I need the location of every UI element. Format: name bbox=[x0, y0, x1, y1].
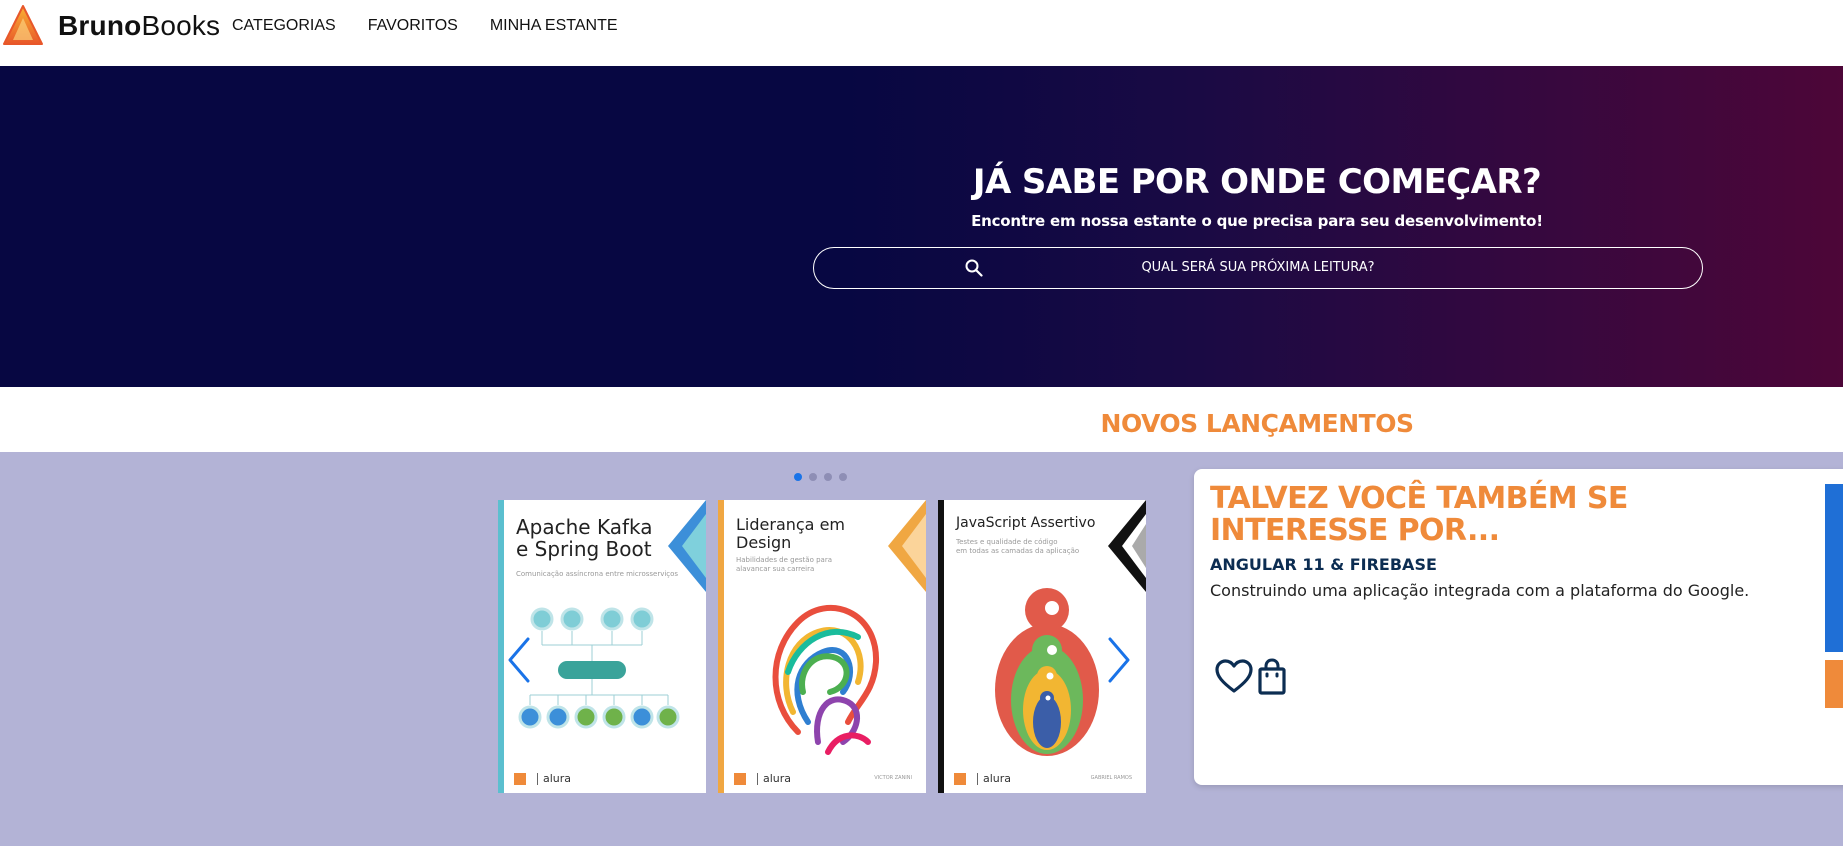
search-bar[interactable]: QUAL SERÁ SUA PRÓXIMA LEITURA? bbox=[813, 247, 1703, 289]
suggestion-book-title[interactable]: ANGULAR 11 & FIREBASE bbox=[1210, 555, 1437, 574]
publisher-name: alura bbox=[983, 772, 1012, 785]
brand-name-bold: Bruno bbox=[58, 10, 142, 41]
suggestion-book-description: Construindo uma aplicação integrada com … bbox=[1210, 581, 1750, 600]
side-accent-blue bbox=[1825, 484, 1843, 652]
book-subtitle: Comunicação assíncrona entre microsservi… bbox=[516, 570, 679, 578]
carousel-dot-1[interactable] bbox=[794, 473, 802, 481]
heart-icon[interactable] bbox=[1214, 657, 1254, 697]
book-author: VICTOR ZANINI bbox=[874, 775, 912, 781]
top-header: BrunoBooks CATEGORIAS FAVORITOS MINHA ES… bbox=[0, 0, 1843, 66]
brand-name-light: Books bbox=[141, 10, 221, 41]
book-title-line-2: e Spring Boot bbox=[516, 537, 652, 561]
book-title: Apache Kafka e Spring Boot bbox=[516, 516, 653, 560]
book-subtitle: Testes e qualidade de código em todas as… bbox=[956, 538, 1080, 556]
brand-logo[interactable]: BrunoBooks bbox=[2, 4, 220, 48]
book-title: Liderança em Design bbox=[736, 516, 845, 551]
cover-stripe bbox=[498, 500, 504, 793]
hero-title: JÁ SABE POR ONDE COMEÇAR? bbox=[972, 162, 1542, 202]
publisher-name: alura bbox=[763, 772, 792, 785]
search-input[interactable]: QUAL SERÁ SUA PRÓXIMA LEITURA? bbox=[814, 248, 1702, 288]
side-accent-orange bbox=[1825, 660, 1843, 708]
publisher-logo: alura bbox=[514, 772, 571, 785]
chevron-right-icon[interactable] bbox=[1108, 636, 1132, 684]
cover-chevron-icon bbox=[1108, 500, 1146, 592]
book-title-line-2: Design bbox=[736, 532, 792, 552]
main-nav: CATEGORIAS FAVORITOS MINHA ESTANTE bbox=[232, 16, 650, 36]
shopping-bag-icon[interactable] bbox=[1256, 657, 1288, 697]
book-title: JavaScript Assertivo bbox=[956, 515, 1096, 531]
carousel-indicators bbox=[794, 473, 854, 481]
nav-favoritos[interactable]: FAVORITOS bbox=[368, 16, 458, 36]
publisher-name: alura bbox=[543, 772, 572, 785]
cover-stripe bbox=[938, 500, 944, 793]
cover-stripe bbox=[718, 500, 724, 793]
colorful-head-illustration bbox=[772, 604, 880, 755]
carousel-dot-3[interactable] bbox=[824, 473, 832, 481]
book-title-line-1: JavaScript Assertivo bbox=[956, 515, 1096, 531]
chevron-left-icon[interactable] bbox=[506, 636, 530, 684]
publisher-logo: alura bbox=[734, 772, 791, 785]
book-author: GABRIEL RAMOS bbox=[1090, 775, 1132, 781]
brand-name: BrunoBooks bbox=[58, 10, 220, 42]
cover-chevron-icon bbox=[888, 500, 926, 592]
book-cover-lideranca-em-design[interactable]: Liderança em Design Habilidades de gestão… bbox=[718, 500, 926, 793]
book-title-line-1: Apache Kafka bbox=[516, 515, 653, 539]
carousel-dot-2[interactable] bbox=[809, 473, 817, 481]
hero-subtitle: Encontre em nossa estante o que precisa … bbox=[971, 212, 1543, 230]
kafka-diagram-illustration bbox=[518, 607, 680, 729]
publisher-logo: alura bbox=[954, 772, 1011, 785]
nav-categorias[interactable]: CATEGORIAS bbox=[232, 16, 336, 36]
nesting-dolls-illustration bbox=[995, 588, 1099, 756]
suggestion-title: TALVEZ VOCÊ TAMBÉM SE INTERESSE POR... bbox=[1210, 481, 1628, 548]
book-title-line-1: Liderança em bbox=[736, 515, 845, 534]
logo-triangle-icon bbox=[3, 5, 43, 45]
suggestion-card: TALVEZ VOCÊ TAMBÉM SE INTERESSE POR... A… bbox=[1194, 469, 1843, 785]
book-subtitle: Habilidades de gestão para alavancar sua… bbox=[736, 556, 833, 574]
carousel-dot-4[interactable] bbox=[839, 473, 847, 481]
new-releases-title: NOVOS LANÇAMENTOS bbox=[1100, 409, 1414, 438]
hero-banner: JÁ SABE POR ONDE COMEÇAR? Encontre em no… bbox=[0, 66, 1843, 387]
nav-minha-estante[interactable]: MINHA ESTANTE bbox=[490, 16, 618, 36]
